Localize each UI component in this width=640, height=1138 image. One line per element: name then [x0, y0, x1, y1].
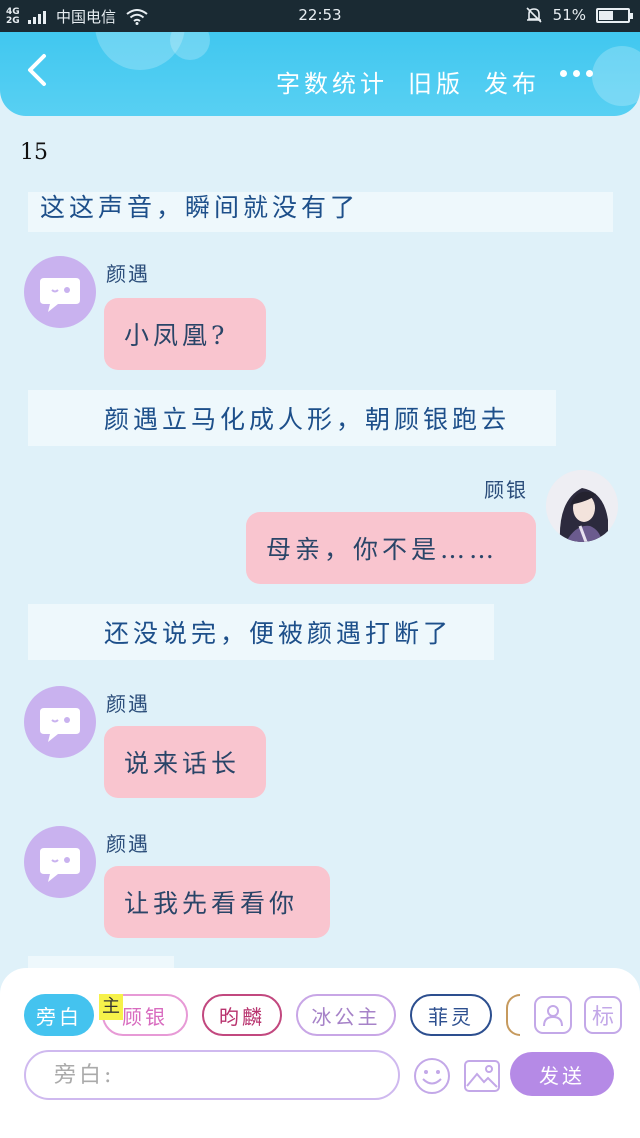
message-bubble[interactable]: 说来话长: [104, 726, 266, 798]
chat-face-icon: [40, 708, 80, 742]
app-header: 4G 2G 中国电信 22:53 51% 字数统计 旧版 发布: [0, 0, 640, 116]
narration-text: 这这声音，瞬间就没有了: [40, 193, 360, 222]
avatar[interactable]: [24, 256, 96, 328]
speaker-name: 颜遇: [106, 262, 150, 286]
message-text: 让我先看看你: [124, 889, 299, 918]
word-count-button[interactable]: 字数统计: [276, 64, 388, 99]
image-button[interactable]: [462, 1056, 502, 1096]
message-text: 母亲，你不是……: [266, 535, 499, 564]
main-role-badge: 主: [99, 994, 123, 1020]
message-text: 说来话长: [124, 749, 241, 778]
narration-row[interactable]: 还没说完，便被颜遇打断了: [28, 604, 494, 660]
narration-row[interactable]: 这这声音，瞬间就没有了: [28, 192, 613, 232]
message-input-wrap[interactable]: [24, 1050, 400, 1100]
message-bubble[interactable]: 让我先看看你: [104, 866, 330, 938]
narration-row[interactable]: 颜遇立马化成人形，朝顾银跑去: [28, 390, 556, 446]
avatar[interactable]: [546, 470, 618, 542]
chapter-count: 15: [20, 140, 48, 165]
chat-face-icon: [40, 278, 80, 312]
character-button[interactable]: [534, 996, 572, 1034]
tag-button[interactable]: 标: [584, 996, 622, 1034]
role-chip-narrator[interactable]: 旁白: [24, 994, 94, 1036]
message-bubble[interactable]: 小凤凰?: [104, 298, 266, 370]
narration-text: 颜遇立马化成人形，朝顾银跑去: [104, 405, 511, 434]
chat-face-icon: [40, 848, 80, 882]
old-version-button[interactable]: 旧版: [408, 64, 464, 99]
speaker-name: 颜遇: [106, 832, 150, 856]
battery-percent: 51%: [552, 6, 586, 24]
speaker-name: 颜遇: [106, 692, 150, 716]
composer-panel: 旁白 顾银 主 昀麟 冰公主 菲灵 标 发送: [0, 968, 640, 1138]
more-button[interactable]: [560, 70, 593, 77]
narration-text: 还没说完，便被颜遇打断了: [104, 619, 453, 648]
avatar[interactable]: [24, 686, 96, 758]
status-bar: 4G 2G 中国电信 22:53 51%: [0, 0, 640, 32]
back-button[interactable]: [18, 50, 58, 90]
role-chip-bing-princess[interactable]: 冰公主: [296, 994, 396, 1036]
role-chip-feiling[interactable]: 菲灵: [410, 994, 492, 1036]
message-text: 小凤凰?: [124, 321, 229, 350]
emoji-button[interactable]: [412, 1056, 452, 1096]
role-chip-yunlin[interactable]: 昀麟: [202, 994, 282, 1036]
message-bubble[interactable]: 母亲，你不是……: [246, 512, 536, 584]
nav-bar: 字数统计 旧版 发布: [0, 32, 640, 116]
battery-icon: [596, 7, 633, 23]
character-portrait-icon: [546, 470, 618, 542]
avatar[interactable]: [24, 826, 96, 898]
send-button[interactable]: 发送: [510, 1052, 614, 1096]
smiley-icon: [414, 1058, 450, 1094]
speaker-name: 顾银: [484, 478, 528, 502]
message-input[interactable]: [26, 1052, 398, 1098]
publish-button[interactable]: 发布: [484, 64, 540, 99]
user-icon: [543, 1005, 563, 1027]
more-dots-icon: [560, 70, 567, 77]
chevron-left-icon: [28, 54, 46, 86]
mute-bell-icon: [526, 7, 542, 23]
role-chip-partial[interactable]: [506, 994, 520, 1036]
image-icon: [464, 1060, 500, 1092]
